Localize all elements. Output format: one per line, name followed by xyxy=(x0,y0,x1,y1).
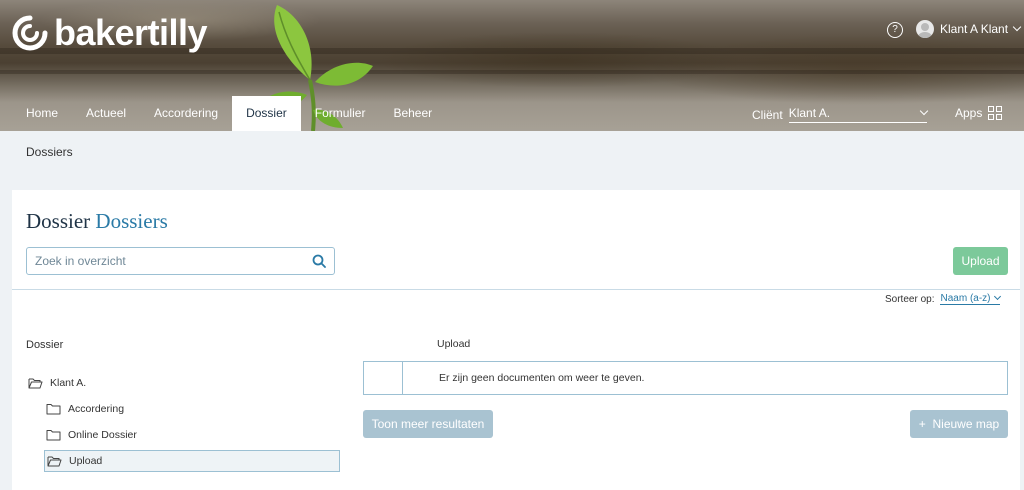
show-more-button[interactable]: Toon meer resultaten xyxy=(363,410,493,438)
tree-item-online-dossier[interactable]: Online Dossier xyxy=(44,424,340,446)
nav-item-accordering[interactable]: Accordering xyxy=(140,96,232,131)
apps-label: Apps xyxy=(955,106,983,120)
folder-open-icon xyxy=(47,456,62,467)
tree-item-root[interactable]: Klant A. xyxy=(26,372,340,394)
sort-value: Naam (a-z) xyxy=(940,293,991,304)
nav-item-home[interactable]: Home xyxy=(12,96,72,131)
empty-message: Er zijn geen documenten om weer te geven… xyxy=(439,372,645,384)
divider xyxy=(12,289,1020,290)
breadcrumb[interactable]: Dossiers xyxy=(26,145,73,159)
nav-item-formulier[interactable]: Formulier xyxy=(301,96,380,131)
page-title-main: Dossier xyxy=(26,209,91,233)
tree-item-upload[interactable]: Upload xyxy=(44,450,340,472)
search-icon[interactable] xyxy=(312,254,326,268)
folder-icon xyxy=(46,404,61,415)
tree-title: Dossier xyxy=(26,339,64,351)
folder-icon xyxy=(46,430,61,441)
client-label: Cliënt xyxy=(752,107,783,122)
upload-button[interactable]: Upload xyxy=(953,247,1008,275)
sort-dropdown[interactable]: Naam (a-z) xyxy=(940,292,1001,305)
page-title: Dossier Dossiers xyxy=(26,209,168,234)
nav-item-beheer[interactable]: Beheer xyxy=(379,96,446,131)
page-title-accent: Dossiers xyxy=(95,209,168,233)
chevron-down-icon xyxy=(1012,22,1022,32)
select-column xyxy=(364,362,403,394)
search-input[interactable] xyxy=(35,254,312,268)
tree-item-label: Online Dossier xyxy=(68,429,137,441)
tree-item-accordering[interactable]: Accordering xyxy=(44,398,340,420)
tree-item-label: Upload xyxy=(69,455,103,467)
folder-open-icon xyxy=(28,378,43,389)
banner-texture xyxy=(0,70,1024,74)
plus-icon: + xyxy=(918,417,926,431)
dossier-panel: Dossier Dossiers Upload Sorteer op: Naam… xyxy=(12,190,1020,490)
nav-item-actueel[interactable]: Actueel xyxy=(72,96,140,131)
new-folder-label: Nieuwe map xyxy=(932,417,1000,431)
client-value: Klant A. xyxy=(788,106,831,120)
sort-label: Sorteer op: xyxy=(885,293,935,305)
documents-header: Upload xyxy=(437,338,471,350)
nav-item-dossier[interactable]: Dossier xyxy=(232,96,301,131)
documents-table: Er zijn geen documenten om weer te geven… xyxy=(363,361,1008,395)
client-selector: Cliënt Klant A. xyxy=(752,106,928,123)
new-folder-button[interactable]: + Nieuwe map xyxy=(910,410,1008,438)
user-menu[interactable]: Klant A Klant xyxy=(916,20,1022,38)
tree-item-label: Klant A. xyxy=(50,377,87,389)
header-banner: bakertilly ? Klant A Klant Home Actueel … xyxy=(0,0,1024,131)
chevron-down-icon xyxy=(919,106,928,116)
main-nav: Home Actueel Accordering Dossier Formuli… xyxy=(12,96,446,131)
search-box xyxy=(26,247,335,275)
apps-button[interactable]: Apps xyxy=(955,106,1003,120)
chevron-down-icon xyxy=(993,292,1001,301)
logo[interactable]: bakertilly xyxy=(12,12,208,54)
avatar xyxy=(916,20,934,38)
tree-item-label: Accordering xyxy=(68,403,125,415)
sort-control: Sorteer op: Naam (a-z) xyxy=(885,292,1001,305)
bakertilly-logo-icon xyxy=(12,15,48,51)
folder-tree: Klant A. Accordering Online Dossier Uplo… xyxy=(26,372,340,476)
client-dropdown[interactable]: Klant A. xyxy=(788,106,928,123)
help-icon[interactable]: ? xyxy=(887,22,903,38)
logo-text: bakertilly xyxy=(54,12,208,53)
apps-grid-icon xyxy=(988,106,1003,120)
user-name: Klant A Klant xyxy=(940,22,1009,36)
